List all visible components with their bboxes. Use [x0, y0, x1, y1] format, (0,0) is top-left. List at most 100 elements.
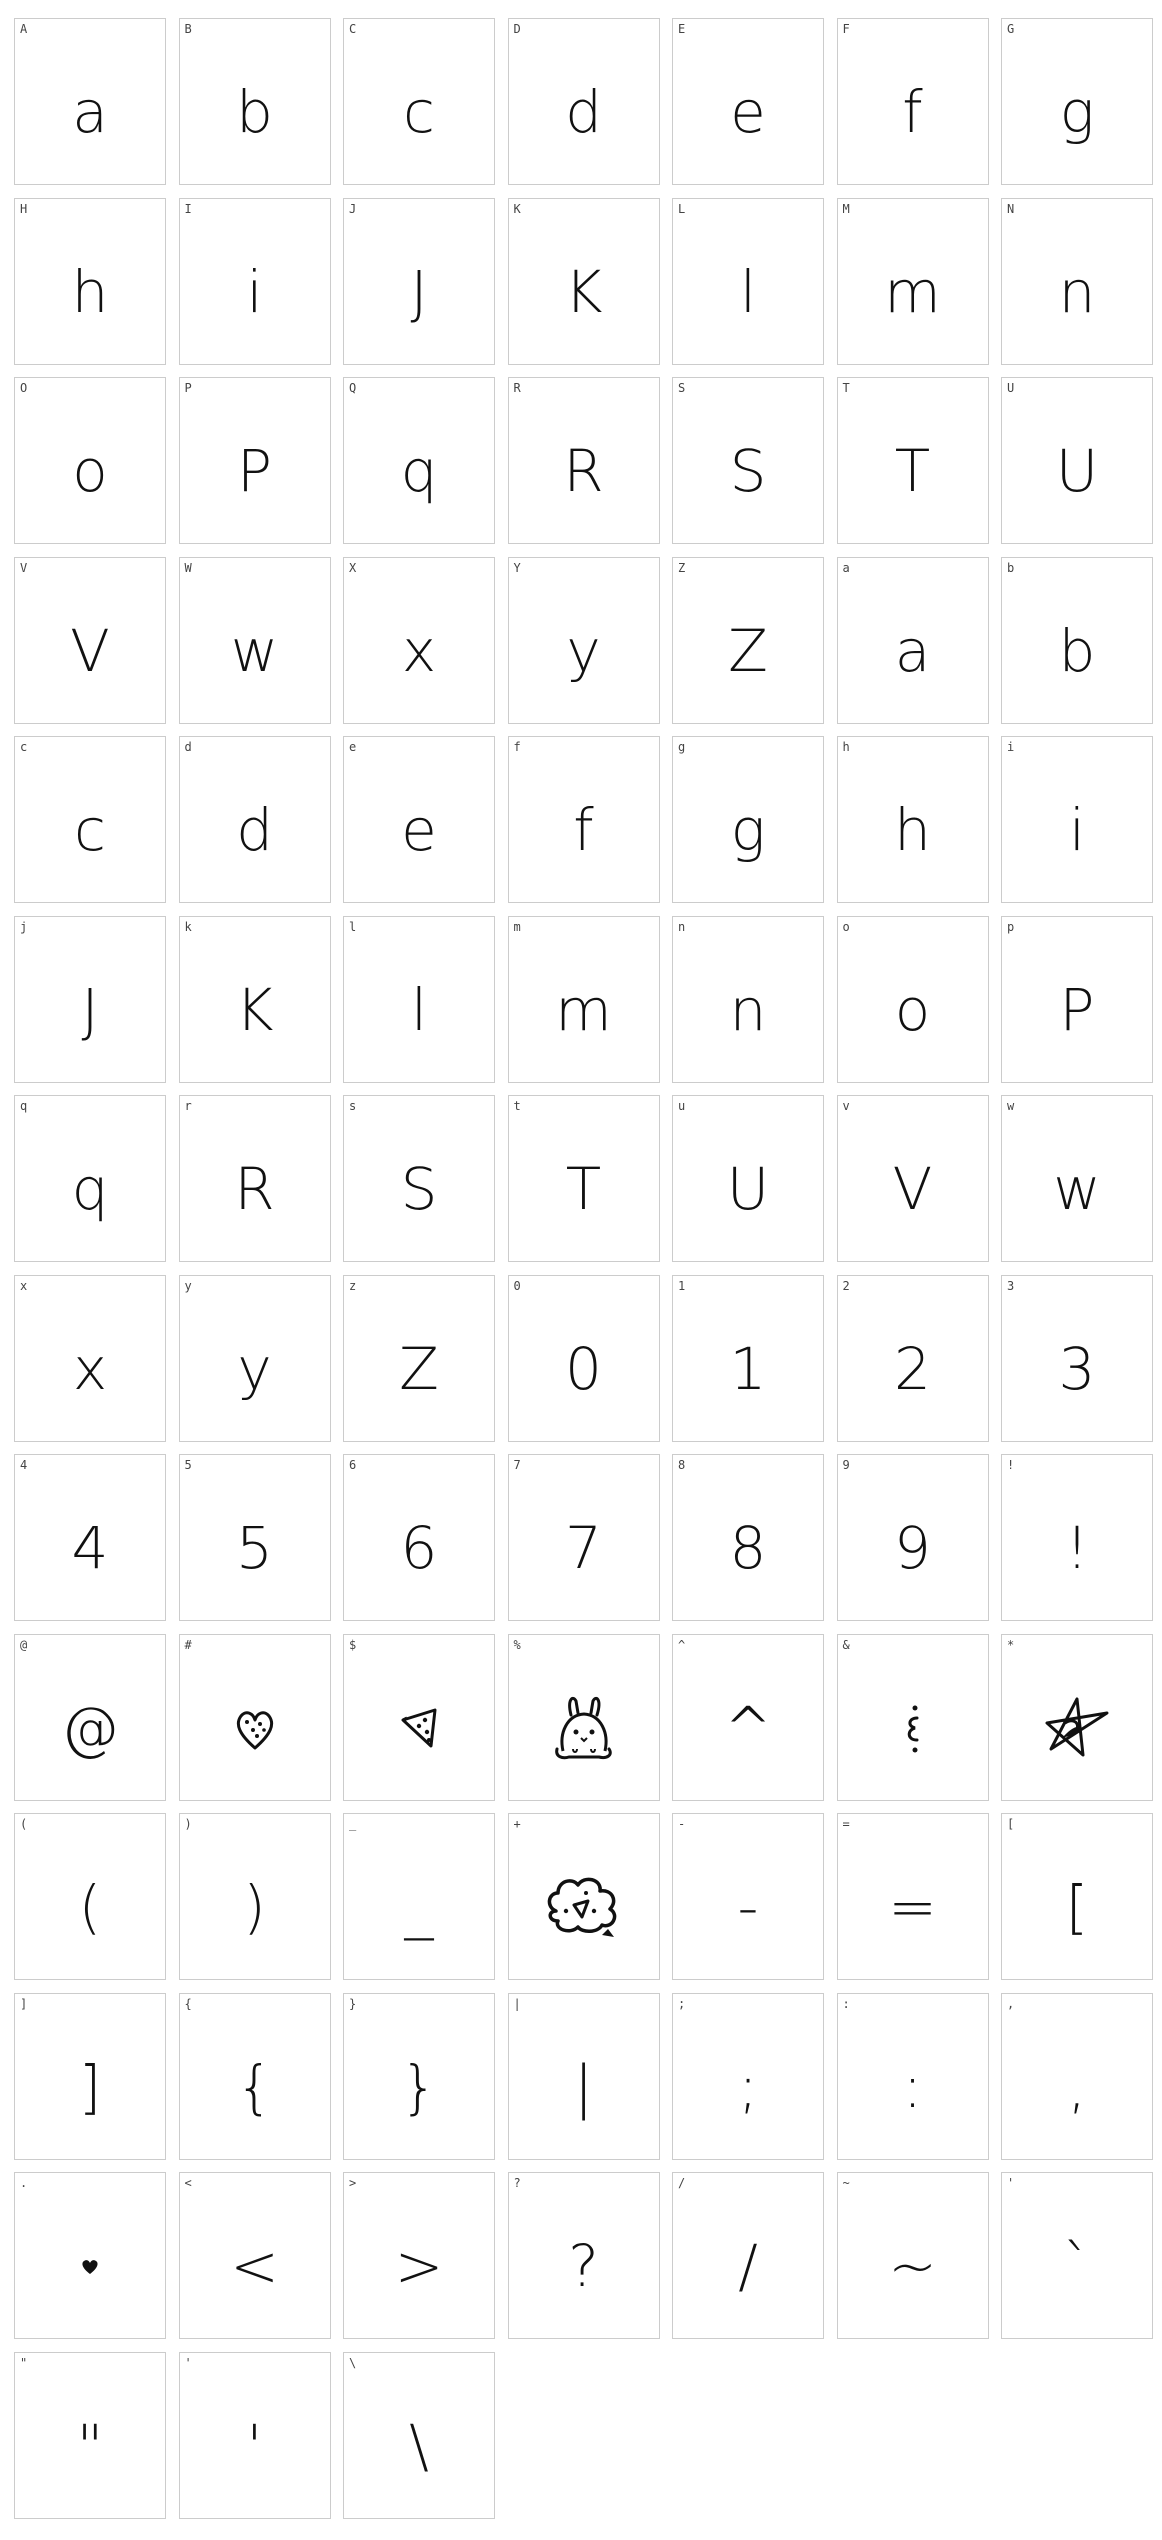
glyph-cell: &	[836, 1633, 989, 1801]
glyph-cell: ~ ~	[836, 2172, 989, 2339]
glyph-cell: Ee	[672, 18, 824, 185]
glyph-sample: T	[894, 437, 931, 505]
glyph-sample: e	[730, 78, 766, 146]
glyph-label: )	[184, 1817, 192, 1831]
glyph-sample: b	[236, 78, 273, 146]
glyph-cell: Ww	[178, 556, 331, 724]
glyph-cell: hh	[836, 736, 989, 903]
glyph-cell: %	[507, 1633, 660, 1801]
glyph-cell: vV	[836, 1095, 989, 1262]
glyph-label: Q	[349, 381, 357, 395]
glyph-cell: Ii	[178, 197, 331, 365]
glyph-sample: ^	[723, 1693, 773, 1762]
glyph-cell: uU	[672, 1095, 824, 1262]
glyph-sample: T	[565, 1155, 602, 1223]
glyph-cell: .	[14, 2172, 166, 2339]
glyph-sample: ,	[1067, 2052, 1087, 2121]
glyph-cell: zZ	[343, 1274, 495, 1442]
glyph-cell: Dd	[507, 18, 660, 185]
glyph-sample: h	[894, 796, 931, 864]
glyph-sample: a	[894, 616, 931, 685]
glyph-label: h	[842, 740, 850, 754]
glyph-label: &	[842, 1637, 850, 1652]
glyph-sample: [	[1065, 1873, 1089, 1941]
glyph-sample: 2	[894, 1334, 931, 1403]
glyph-cell: RR	[507, 377, 660, 544]
glyph-label: :	[842, 1996, 850, 2011]
glyph-cell: *	[1001, 1633, 1153, 1801]
glyph-cell: rR	[178, 1095, 331, 1262]
glyph-cell: yy	[178, 1274, 331, 1442]
glyph-cell: 55	[178, 1454, 331, 1621]
glyph-cell: 77	[507, 1454, 660, 1621]
glyph-cell: sS	[343, 1095, 495, 1262]
glyph-sample: 3	[1058, 1334, 1096, 1403]
glyph-sample: 1	[729, 1334, 767, 1403]
glyph-label: ,	[1007, 1996, 1015, 2011]
glyph-cell: }}	[343, 1992, 495, 2160]
glyph-cell: SS	[672, 377, 824, 544]
glyph-cell: --	[672, 1813, 824, 1980]
glyph-cell: Qq	[343, 377, 495, 544]
glyph-label: ~	[842, 2176, 850, 2190]
heart-dot-icon	[15, 2221, 165, 2311]
glyph-cell: Xx	[343, 556, 495, 724]
glyph-label: F	[842, 22, 850, 36]
glyph-label: a	[842, 560, 850, 575]
glyph-cell: cc	[14, 736, 166, 903]
glyph-cell: Cc	[343, 18, 495, 185]
glyph-sample: J	[410, 257, 428, 326]
glyph-cell: tT	[507, 1095, 660, 1262]
glyph-sample: 4	[71, 1514, 109, 1582]
glyph-label: A	[20, 22, 28, 36]
glyph-sample: /	[738, 2232, 758, 2300]
glyph-cell: ww	[1001, 1095, 1153, 1262]
glyph-label: _	[349, 1817, 357, 1831]
glyph-label: d	[184, 740, 192, 754]
glyph-label: X	[349, 560, 357, 575]
glyph-label: .	[20, 2176, 28, 2190]
glyph-label: c	[20, 740, 28, 754]
glyph-label: C	[349, 22, 357, 36]
glyph-label: 5	[184, 1458, 192, 1472]
glyph-sample: a	[72, 78, 108, 146]
glyph-label: +	[513, 1817, 521, 1831]
glyph-sample: S	[729, 437, 767, 505]
glyph-sample: y	[566, 616, 601, 685]
glyph-cell: > >	[343, 2172, 495, 2339]
glyph-label: \	[349, 2355, 357, 2370]
glyph-sample: Z	[399, 1334, 439, 1403]
glyph-cell: ??	[507, 2172, 660, 2339]
glyph-sample: =	[888, 1873, 937, 1941]
glyph-label: >	[349, 2176, 357, 2190]
glyph-sample: J	[81, 975, 99, 1044]
glyph-grid: AaBbCcDdEeFfGgHhIiJJKKLlMmNnOoPPQqRRSSTT…	[14, 18, 1153, 2519]
glyph-label: m	[513, 919, 521, 934]
glyph-cell: !!	[1001, 1454, 1153, 1621]
glyph-cell: aa	[836, 556, 989, 724]
glyph-cell: Yy	[507, 556, 660, 724]
glyph-sample: d	[565, 78, 602, 146]
glyph-cell: ll	[343, 915, 495, 1083]
glyph-cell: | |	[507, 1992, 660, 2160]
glyph-label: R	[513, 381, 521, 395]
glyph-cell: gg	[672, 736, 824, 903]
glyph-label: #	[184, 1637, 192, 1652]
glyph-label: 8	[678, 1458, 686, 1472]
glyph-cell: ,,	[1001, 1992, 1153, 2160]
glyph-cell: mm	[507, 915, 660, 1083]
glyph-label: S	[678, 381, 686, 395]
glyph-sample: w	[230, 616, 279, 685]
glyph-cell: 11	[672, 1274, 824, 1442]
glyph-label: M	[842, 201, 850, 216]
glyph-sample: d	[236, 796, 273, 864]
glyph-cell: pP	[1001, 915, 1153, 1083]
glyph-cell: 99	[836, 1454, 989, 1621]
glyph-label: K	[513, 201, 521, 216]
glyph-sample: K	[235, 975, 274, 1044]
glyph-sample: c	[74, 796, 106, 864]
glyph-label: B	[184, 22, 192, 36]
glyph-sample: 7	[565, 1514, 602, 1582]
pizza-slice-icon	[344, 1683, 494, 1773]
heart-icon	[180, 1683, 330, 1773]
